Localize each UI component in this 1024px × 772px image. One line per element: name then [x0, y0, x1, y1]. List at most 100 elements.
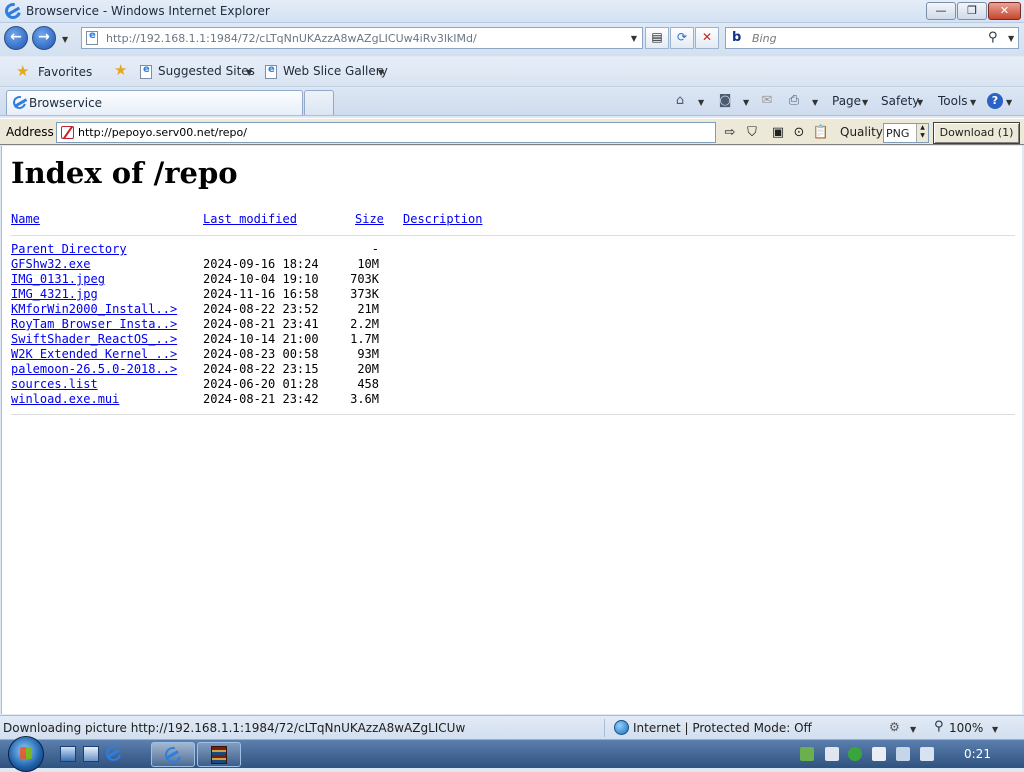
clipboard-icon[interactable]: 📋	[812, 124, 830, 142]
safety-menu[interactable]: Safety ▼	[880, 88, 928, 115]
tray-flag-icon[interactable]	[872, 747, 886, 761]
status-bar: Downloading picture http://192.168.1.1:1…	[0, 715, 1024, 739]
bing-icon: b	[732, 30, 742, 45]
favorites-star-icon: ★	[16, 62, 30, 80]
new-tab-button[interactable]	[304, 90, 334, 115]
title-bar: Browservice - Windows Internet Explorer …	[0, 0, 1024, 23]
taskbar-archive-window[interactable]	[197, 742, 241, 767]
tab-browservice[interactable]: Browservice	[6, 90, 303, 115]
tray-document-icon[interactable]	[825, 747, 839, 761]
home-dropdown-icon[interactable]: ▼	[698, 98, 704, 107]
help-dropdown-icon[interactable]: ▼	[1006, 98, 1012, 107]
column-last-modified-header[interactable]: Last modified	[203, 212, 297, 226]
page-menu-label: Page	[832, 94, 862, 108]
file-link[interactable]: RoyTam Browser Insta..>	[11, 317, 177, 331]
internet-zone-icon	[614, 720, 629, 735]
start-button[interactable]	[8, 736, 44, 772]
safety-menu-label: Safety	[881, 94, 920, 108]
search-dropdown-icon[interactable]: ▼	[1008, 34, 1014, 43]
tray-security-icon[interactable]	[848, 747, 862, 761]
clock[interactable]: 0:21	[964, 747, 991, 761]
web-slice-gallery-link[interactable]: Web Slice Gallery ▼	[283, 57, 388, 85]
url-bar[interactable]: http://192.168.1.1:1984/72/cLTqNnUKAzzA8…	[81, 27, 643, 49]
web-slice-gallery-dropdown-icon: ▼	[378, 68, 385, 77]
home-icon[interactable]: ⌂	[672, 93, 688, 109]
zoom-dropdown-icon[interactable]: ▼	[992, 725, 998, 734]
file-link[interactable]: sources.list	[11, 377, 98, 391]
quality-value: PNG	[886, 127, 910, 140]
protected-mode-icon[interactable]: ⚙	[889, 720, 900, 734]
column-size-header[interactable]: Size	[355, 212, 384, 226]
column-description-header[interactable]: Description	[403, 212, 482, 226]
table-row: sources.list 2024-06-20 01:28 458	[11, 377, 611, 392]
safety-menu-dropdown-icon: ▼	[917, 98, 924, 107]
bookmarks-list-icon[interactable]: ▣	[769, 124, 787, 142]
stop-button[interactable]: ✕	[695, 27, 719, 49]
go-arrow-icon[interactable]: ⇨	[721, 124, 739, 142]
maximize-button[interactable]: ❐	[957, 2, 987, 20]
close-button[interactable]: ✕	[988, 2, 1021, 20]
help-icon[interactable]: ?	[987, 93, 1003, 109]
file-link[interactable]: W2K Extended Kernel ..>	[11, 347, 177, 361]
zoom-level[interactable]: 100%	[949, 721, 983, 735]
tray-monitor-icon[interactable]	[896, 747, 910, 761]
favorites-label: Favorites	[38, 65, 93, 79]
quality-label: Quality	[840, 125, 883, 139]
print-dropdown-icon[interactable]: ▼	[812, 98, 818, 107]
tab-ie-icon	[10, 93, 29, 112]
table-row: palemoon-26.5.0-2018..> 2024-08-22 23:15…	[11, 362, 611, 377]
taskbar-archive-icon	[211, 746, 227, 764]
minimize-button[interactable]: —	[926, 2, 956, 20]
status-divider	[604, 719, 605, 737]
file-link[interactable]: KMforWin2000_Install..>	[11, 302, 177, 316]
taskbar-ie-icon	[162, 744, 184, 766]
address-input[interactable]: http://pepoyo.serv00.net/repo/	[56, 122, 716, 143]
protected-mode-dropdown-icon[interactable]: ▼	[910, 725, 916, 734]
switch-windows-icon[interactable]	[83, 746, 99, 762]
file-link[interactable]: palemoon-26.5.0-2018..>	[11, 362, 177, 376]
refresh-button[interactable]: ⟳	[670, 27, 694, 49]
file-link[interactable]: IMG_4321.jpg	[11, 287, 98, 301]
search-icon[interactable]: ⚲	[988, 30, 998, 45]
favorites-button[interactable]: ★ Favorites	[6, 60, 98, 84]
favorites-bar: ★ Favorites ★ Suggested Sites ▼ Web Slic…	[0, 57, 1024, 87]
tools-menu[interactable]: Tools ▼	[936, 88, 980, 115]
tray-network-icon[interactable]	[800, 747, 814, 761]
quality-selector[interactable]: PNG ▲ ▼	[883, 123, 929, 143]
tray-volume-muted-icon[interactable]	[920, 747, 934, 761]
url-dropdown-icon[interactable]: ▼	[631, 34, 637, 43]
page-menu[interactable]: Page ▼	[830, 88, 872, 115]
file-link[interactable]: SwiftShader_ReactOS_..>	[11, 332, 177, 346]
parent-directory-link[interactable]: Parent Directory	[11, 242, 127, 256]
search-input[interactable]: b Bing ⚲ ▼	[725, 27, 1019, 49]
column-name-header[interactable]: Name	[11, 212, 40, 226]
back-button[interactable]: ←	[4, 26, 28, 50]
table-row: KMforWin2000_Install..> 2024-08-22 23:52…	[11, 302, 611, 317]
recent-pages-dropdown-icon[interactable]: ▼	[62, 35, 68, 44]
find-icon[interactable]: ⊙	[790, 124, 808, 142]
file-link[interactable]: IMG_0131.jpeg	[11, 272, 105, 286]
feeds-dropdown-icon[interactable]: ▼	[743, 98, 749, 107]
compatibility-view-button[interactable]: ▤	[645, 27, 669, 49]
suggested-sites-link[interactable]: Suggested Sites ▼	[158, 57, 255, 85]
forward-button[interactable]: →	[32, 26, 56, 50]
file-size: 21M	[357, 302, 379, 316]
add-to-favorites-bar-icon[interactable]: ★	[114, 61, 127, 79]
file-link[interactable]: GFShw32.exe	[11, 257, 90, 271]
quality-spinner[interactable]: ▲ ▼	[916, 124, 928, 142]
tools-menu-dropdown-icon: ▼	[970, 98, 977, 107]
quick-launch-ie-icon[interactable]	[103, 743, 124, 764]
feeds-icon[interactable]: ◙	[717, 93, 733, 109]
print-icon[interactable]: ⎙	[786, 93, 802, 109]
download-button[interactable]: Download (1)	[933, 122, 1020, 144]
read-mail-icon[interactable]: ✉	[759, 93, 775, 109]
page-menu-dropdown-icon: ▼	[862, 98, 869, 107]
table-row: W2K Extended Kernel ..> 2024-08-23 00:58…	[11, 347, 611, 362]
taskbar-ie-window[interactable]	[151, 742, 195, 767]
file-size: 703K	[350, 272, 379, 286]
security-zone-text[interactable]: Internet | Protected Mode: Off	[633, 721, 812, 735]
file-size: 458	[357, 377, 379, 391]
file-link[interactable]: winload.exe.mui	[11, 392, 119, 406]
show-desktop-icon[interactable]	[60, 746, 76, 762]
bookmark-icon[interactable]: ⛉	[743, 124, 761, 142]
